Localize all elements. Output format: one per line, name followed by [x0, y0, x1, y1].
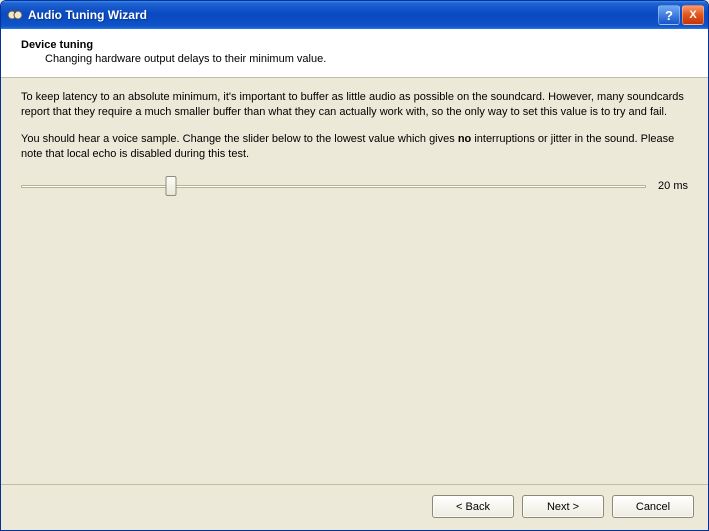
- window-title: Audio Tuning Wizard: [28, 8, 656, 22]
- slider-thumb[interactable]: [166, 176, 177, 196]
- back-button[interactable]: < Back: [432, 495, 514, 518]
- wizard-header: Device tuning Changing hardware output d…: [1, 29, 708, 78]
- close-icon: X: [689, 9, 696, 21]
- page-subtitle: Changing hardware output delays to their…: [45, 53, 688, 65]
- cancel-button[interactable]: Cancel: [612, 495, 694, 518]
- slider-value-label: 20 ms: [658, 179, 688, 194]
- para2-bold: no: [458, 133, 471, 145]
- next-button[interactable]: Next >: [522, 495, 604, 518]
- slider-track: [21, 185, 646, 188]
- wizard-button-bar: < Back Next > Cancel: [1, 484, 708, 530]
- page-title: Device tuning: [21, 39, 688, 51]
- instruction-paragraph-2: You should hear a voice sample. Change t…: [21, 132, 688, 162]
- help-button[interactable]: ?: [658, 5, 680, 25]
- app-icon: [7, 7, 23, 23]
- latency-slider[interactable]: [21, 174, 646, 198]
- instruction-paragraph-1: To keep latency to an absolute minimum, …: [21, 90, 688, 120]
- wizard-window: Audio Tuning Wizard ? X Device tuning Ch…: [0, 0, 709, 531]
- latency-slider-row: 20 ms: [21, 174, 688, 198]
- close-button[interactable]: X: [682, 5, 704, 25]
- wizard-content: To keep latency to an absolute minimum, …: [1, 78, 708, 484]
- titlebar: Audio Tuning Wizard ? X: [1, 1, 708, 29]
- help-icon: ?: [665, 8, 673, 23]
- para2-pre: You should hear a voice sample. Change t…: [21, 133, 458, 145]
